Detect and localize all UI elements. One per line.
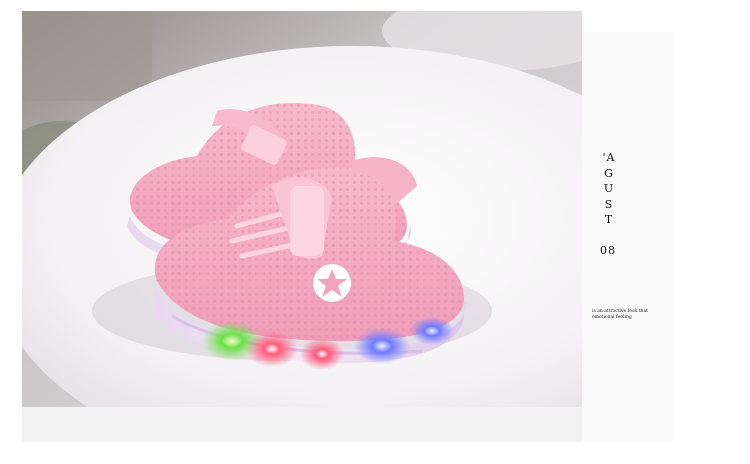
- side-panel: [582, 32, 674, 442]
- month-vertical-text: 'A G U S T: [598, 150, 620, 228]
- month-letter: T: [604, 213, 614, 226]
- month-letter: U: [603, 182, 615, 195]
- product-photo: [22, 11, 582, 407]
- caption-text: is an attractive look that emotional fee…: [592, 309, 664, 321]
- date-number: 08: [600, 244, 616, 257]
- caption-line: emotional feeling: [592, 315, 632, 320]
- sneaker-photo-svg: [22, 11, 582, 407]
- month-letter: S: [604, 197, 614, 211]
- month-letter: G: [604, 166, 614, 180]
- month-letter: 'A: [602, 151, 616, 164]
